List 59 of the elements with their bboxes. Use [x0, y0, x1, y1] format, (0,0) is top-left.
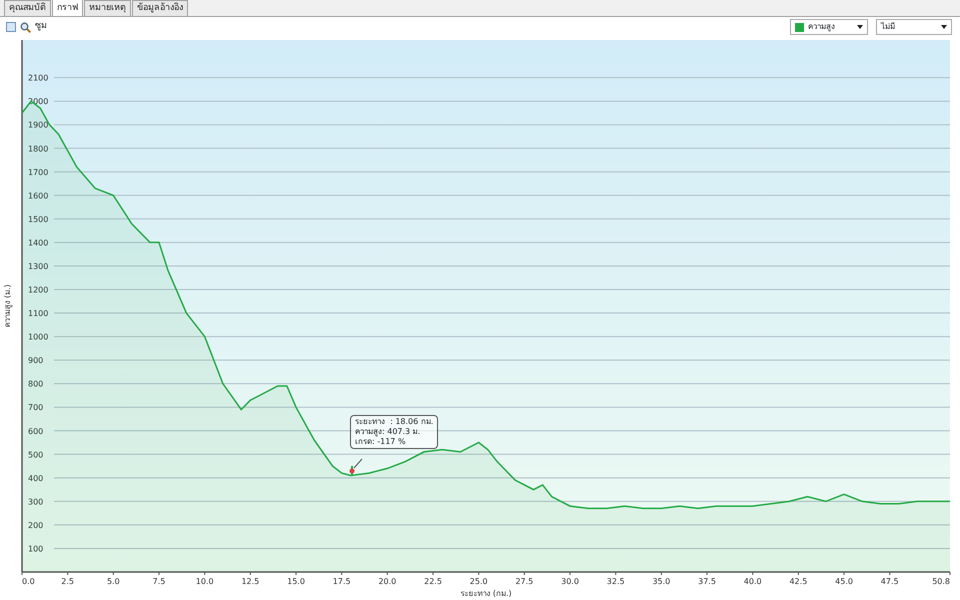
x-tick-label: 2.5 [61, 577, 74, 586]
y-tick-label: 600 [28, 426, 44, 436]
y-tick-label: 800 [28, 380, 44, 389]
y-tick-label: 1500 [28, 214, 48, 224]
tab[interactable]: กราฟ [52, 0, 83, 16]
y-tick-label: 1800 [28, 144, 48, 154]
x-tick-label: 30.0 [561, 577, 579, 586]
y-tick-label: 1700 [28, 168, 48, 177]
caret-icon [941, 25, 947, 29]
x-tick-label: 50.8 [932, 577, 950, 586]
y-tick-label: 900 [28, 356, 44, 366]
tooltip-line: เกรด: -117 % [355, 437, 407, 447]
x-tick-label: 7.5 [152, 577, 166, 586]
tooltip-line: ความสูง: 407.3 ม. [355, 427, 422, 437]
x-tick-label: 0.0 [22, 577, 35, 586]
y-tick-label: 1200 [28, 286, 48, 295]
y-tick-label: 1100 [28, 309, 48, 318]
x-tick-label: 27.5 [515, 577, 534, 586]
tab[interactable]: คุณสมบัติ [4, 0, 51, 16]
y-tick-label: 1600 [28, 191, 48, 200]
x-tick-label: 37.5 [698, 577, 716, 586]
magnifier-icon[interactable] [20, 22, 31, 32]
x-tick-label: 22.5 [424, 577, 442, 586]
leader-line [354, 458, 362, 468]
y-tick-label: 1900 [28, 120, 48, 130]
x-tick-label: 25.0 [470, 577, 488, 586]
y-tick-label: 200 [28, 520, 44, 530]
x-tick-label: 35.0 [652, 577, 670, 586]
x-tick-label: 10.0 [196, 577, 214, 586]
compare-dropdown[interactable]: ไม่มี [876, 19, 952, 35]
point-marker [350, 466, 354, 476]
x-tick-label: 17.5 [332, 577, 351, 586]
y-axis-title: ความสูง (ม.) [3, 284, 12, 328]
y-tick-label: 1400 [28, 238, 48, 248]
y-tick-label: 2100 [28, 74, 48, 83]
tooltip-line: ระยะทาง : 18.06 กม. [355, 417, 434, 427]
x-tick-label: 5.0 [106, 577, 120, 586]
y-tick-label: 100 [28, 544, 44, 554]
y-tick-label: 300 [28, 497, 44, 506]
x-tick-label: 15.0 [287, 577, 305, 586]
x-axis-title: ระยะทาง (กม.) [460, 589, 512, 598]
y-tick-label: 500 [28, 450, 44, 460]
y-tick-label: 1000 [28, 332, 48, 342]
y-tick-label: 700 [28, 403, 44, 412]
caret-icon [857, 25, 863, 29]
zoom-label: ซูม [35, 20, 47, 34]
x-tick-label: 40.0 [744, 577, 762, 586]
x-tick-label: 42.5 [789, 577, 808, 586]
x-tick-label: 20.0 [378, 577, 396, 586]
tab[interactable]: หมายเหตุ [84, 0, 131, 16]
y-tick-label: 400 [28, 474, 44, 483]
zoom-checkbox[interactable] [6, 22, 16, 32]
x-tick-label: 45.0 [835, 577, 853, 586]
series-dropdown[interactable]: ความสูง [790, 19, 868, 35]
tab[interactable]: ข้อมูลอ้างอิง [132, 0, 188, 16]
y-tick-label: 1300 [28, 262, 48, 271]
x-tick-label: 12.5 [241, 577, 260, 586]
x-tick-label: 47.5 [880, 577, 899, 586]
x-tick-label: 32.5 [606, 577, 625, 586]
